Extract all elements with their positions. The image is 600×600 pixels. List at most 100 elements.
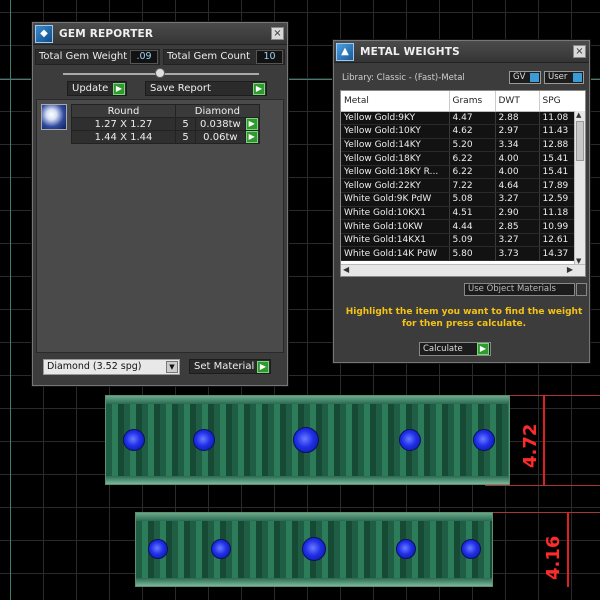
table-row[interactable]: Yellow Gold:14KY 5.20 3.34 12.88 [341, 138, 585, 153]
set-material-button[interactable]: Set Material ▶ [189, 359, 271, 374]
metal-weights-titlebar[interactable]: ▲ METAL WEIGHTS × [334, 41, 589, 63]
gem-stone[interactable] [461, 539, 481, 559]
play-icon: ▶ [245, 131, 258, 143]
gem-stone[interactable] [302, 537, 326, 561]
play-icon: ▶ [253, 83, 265, 95]
play-icon: ▶ [113, 83, 125, 95]
chevron-down-icon: ▼ [166, 361, 178, 373]
gem-stone[interactable] [396, 539, 416, 559]
dimension-line [567, 512, 569, 587]
column-header-diamond: Diamond [175, 104, 260, 118]
vertical-scrollbar[interactable]: ▲ ▼ [574, 111, 585, 265]
row-go[interactable]: ▶ [244, 117, 260, 131]
metal-name: Yellow Gold:10KY [341, 124, 450, 139]
column-header-metal[interactable]: Metal [341, 91, 450, 112]
gem-stone[interactable] [193, 429, 215, 451]
total-gem-count-value: 10 [256, 50, 283, 64]
scrollbar-thumb[interactable] [576, 121, 584, 161]
metal-weights-panel: ▲ METAL WEIGHTS × Library: Classic - (Fa… [333, 40, 590, 363]
gem-stone[interactable] [148, 539, 168, 559]
gem-stone[interactable] [473, 429, 495, 451]
metal-dwt: 2.97 [495, 124, 540, 139]
metal-dwt: 4.00 [495, 165, 540, 180]
material-select[interactable]: Diamond (3.52 spg) ▼ [43, 359, 180, 375]
gem-reporter-title: GEM REPORTER [59, 27, 154, 40]
metal-grams: 5.08 [449, 192, 496, 207]
gem-reporter-titlebar[interactable]: ◆ GEM REPORTER × [33, 23, 287, 45]
slider-handle[interactable] [155, 68, 165, 78]
gem-reporter-panel: ◆ GEM REPORTER × Total Gem Weight .09 To… [32, 22, 288, 386]
close-icon[interactable]: × [573, 45, 586, 58]
metal-name: White Gold:9K PdW [341, 192, 450, 207]
metal-grams: 6.22 [449, 151, 496, 166]
metal-dwt: 2.88 [495, 111, 540, 126]
metal-grams: 5.20 [449, 138, 496, 153]
update-button[interactable]: Update ▶ [67, 81, 127, 96]
dimension-guide [493, 512, 600, 513]
dimension-line [543, 395, 545, 485]
table-row[interactable]: 1.27 X 1.27 5 0.038tw ▶ [71, 117, 260, 131]
metal-dwt: 3.34 [495, 138, 540, 153]
gem-stone[interactable] [123, 429, 145, 451]
library-label: Library: Classic - (Fast)-Metal [342, 73, 465, 83]
table-row[interactable]: White Gold:14K PdW 5.80 3.73 14.37 [341, 246, 585, 262]
metal-table[interactable]: Metal Grams DWT SPG Yellow Gold:9KY 4.47 2… [340, 90, 586, 277]
column-header-dwt[interactable]: DWT [495, 91, 540, 112]
table-row[interactable]: White Gold:10KW 4.44 2.85 10.99 [341, 219, 585, 234]
metal-name: Yellow Gold:22KY [341, 178, 450, 194]
scroll-up-icon[interactable]: ▲ [576, 111, 581, 119]
gem-table-header: Round Diamond [71, 104, 260, 118]
user-toggle[interactable]: User [544, 71, 584, 84]
ring-band-top[interactable] [105, 395, 510, 485]
dimension-label-top: 4.72 [520, 423, 541, 468]
close-icon[interactable]: × [271, 27, 284, 40]
metal-grams: 4.51 [449, 206, 496, 221]
table-row[interactable]: White Gold:9K PdW 5.08 3.27 12.59 [341, 192, 585, 207]
gem-stone[interactable] [399, 429, 421, 451]
row-go[interactable]: ▶ [244, 130, 260, 144]
calculate-button-label: Calculate [423, 344, 463, 354]
metal-dwt: 3.27 [495, 233, 540, 248]
table-row[interactable]: Yellow Gold:9KY 4.47 2.88 11.08 [341, 111, 585, 126]
play-icon: ▶ [477, 343, 489, 355]
ring-band-bottom[interactable] [135, 512, 493, 587]
table-row[interactable]: Yellow Gold:10KY 4.62 2.97 11.43 [341, 124, 585, 139]
dimension-label-bottom: 4.16 [543, 535, 564, 580]
table-row[interactable]: Yellow Gold:22KY 7.22 4.64 17.89 [341, 178, 585, 194]
gem-stone[interactable] [293, 427, 319, 453]
gem-count: 5 [175, 117, 196, 131]
scroll-left-icon[interactable]: ◀ [343, 265, 349, 274]
metal-grams: 4.62 [449, 124, 496, 139]
table-row[interactable]: White Gold:14KX1 5.09 3.27 12.61 [341, 233, 585, 248]
gem-table: Round Diamond 1.27 X 1.27 5 0.038tw ▶ 1.… [71, 104, 260, 144]
metal-dwt: 2.85 [495, 219, 540, 234]
calculate-button[interactable]: Calculate ▶ [419, 342, 491, 356]
horizontal-scrollbar[interactable]: ◀ ▶ [341, 264, 585, 276]
use-object-materials-toggle[interactable]: Use Object Materials [464, 283, 575, 296]
column-header-round: Round [71, 104, 176, 118]
metal-dwt: 3.27 [495, 192, 540, 207]
table-row[interactable]: Yellow Gold:18KY R... 6.22 4.00 15.41 [341, 165, 585, 180]
total-gem-weight-value: .09 [130, 50, 158, 64]
metal-grams: 4.47 [449, 111, 496, 126]
table-row[interactable]: Yellow Gold:18KY 6.22 4.00 15.41 [341, 151, 585, 166]
scroll-right-icon[interactable]: ▶ [567, 265, 573, 274]
table-row[interactable]: 1.44 X 1.44 5 0.06tw ▶ [71, 130, 260, 144]
metal-name: White Gold:10KW [341, 219, 450, 234]
metal-name: Yellow Gold:18KY R... [341, 165, 450, 180]
metal-dwt: 4.64 [495, 178, 540, 194]
gem-count: 5 [175, 130, 196, 144]
column-header-spg[interactable]: SPG [539, 91, 585, 112]
table-row[interactable]: White Gold:10KX1 4.51 2.90 11.18 [341, 206, 585, 221]
metal-table-header: Metal Grams DWT SPG [341, 91, 585, 112]
gem-stone[interactable] [211, 539, 231, 559]
save-report-button[interactable]: Save Report ▶ [145, 81, 267, 96]
set-material-button-label: Set Material [194, 361, 255, 372]
use-object-materials-checkbox[interactable] [576, 283, 587, 296]
gv-toggle[interactable]: GV [509, 71, 541, 84]
gem-size: 1.44 X 1.44 [71, 130, 176, 144]
column-header-grams[interactable]: Grams [449, 91, 496, 112]
gem-size: 1.27 X 1.27 [71, 117, 176, 131]
metal-name: Yellow Gold:9KY [341, 111, 450, 126]
metal-name: White Gold:14K PdW [341, 246, 450, 262]
